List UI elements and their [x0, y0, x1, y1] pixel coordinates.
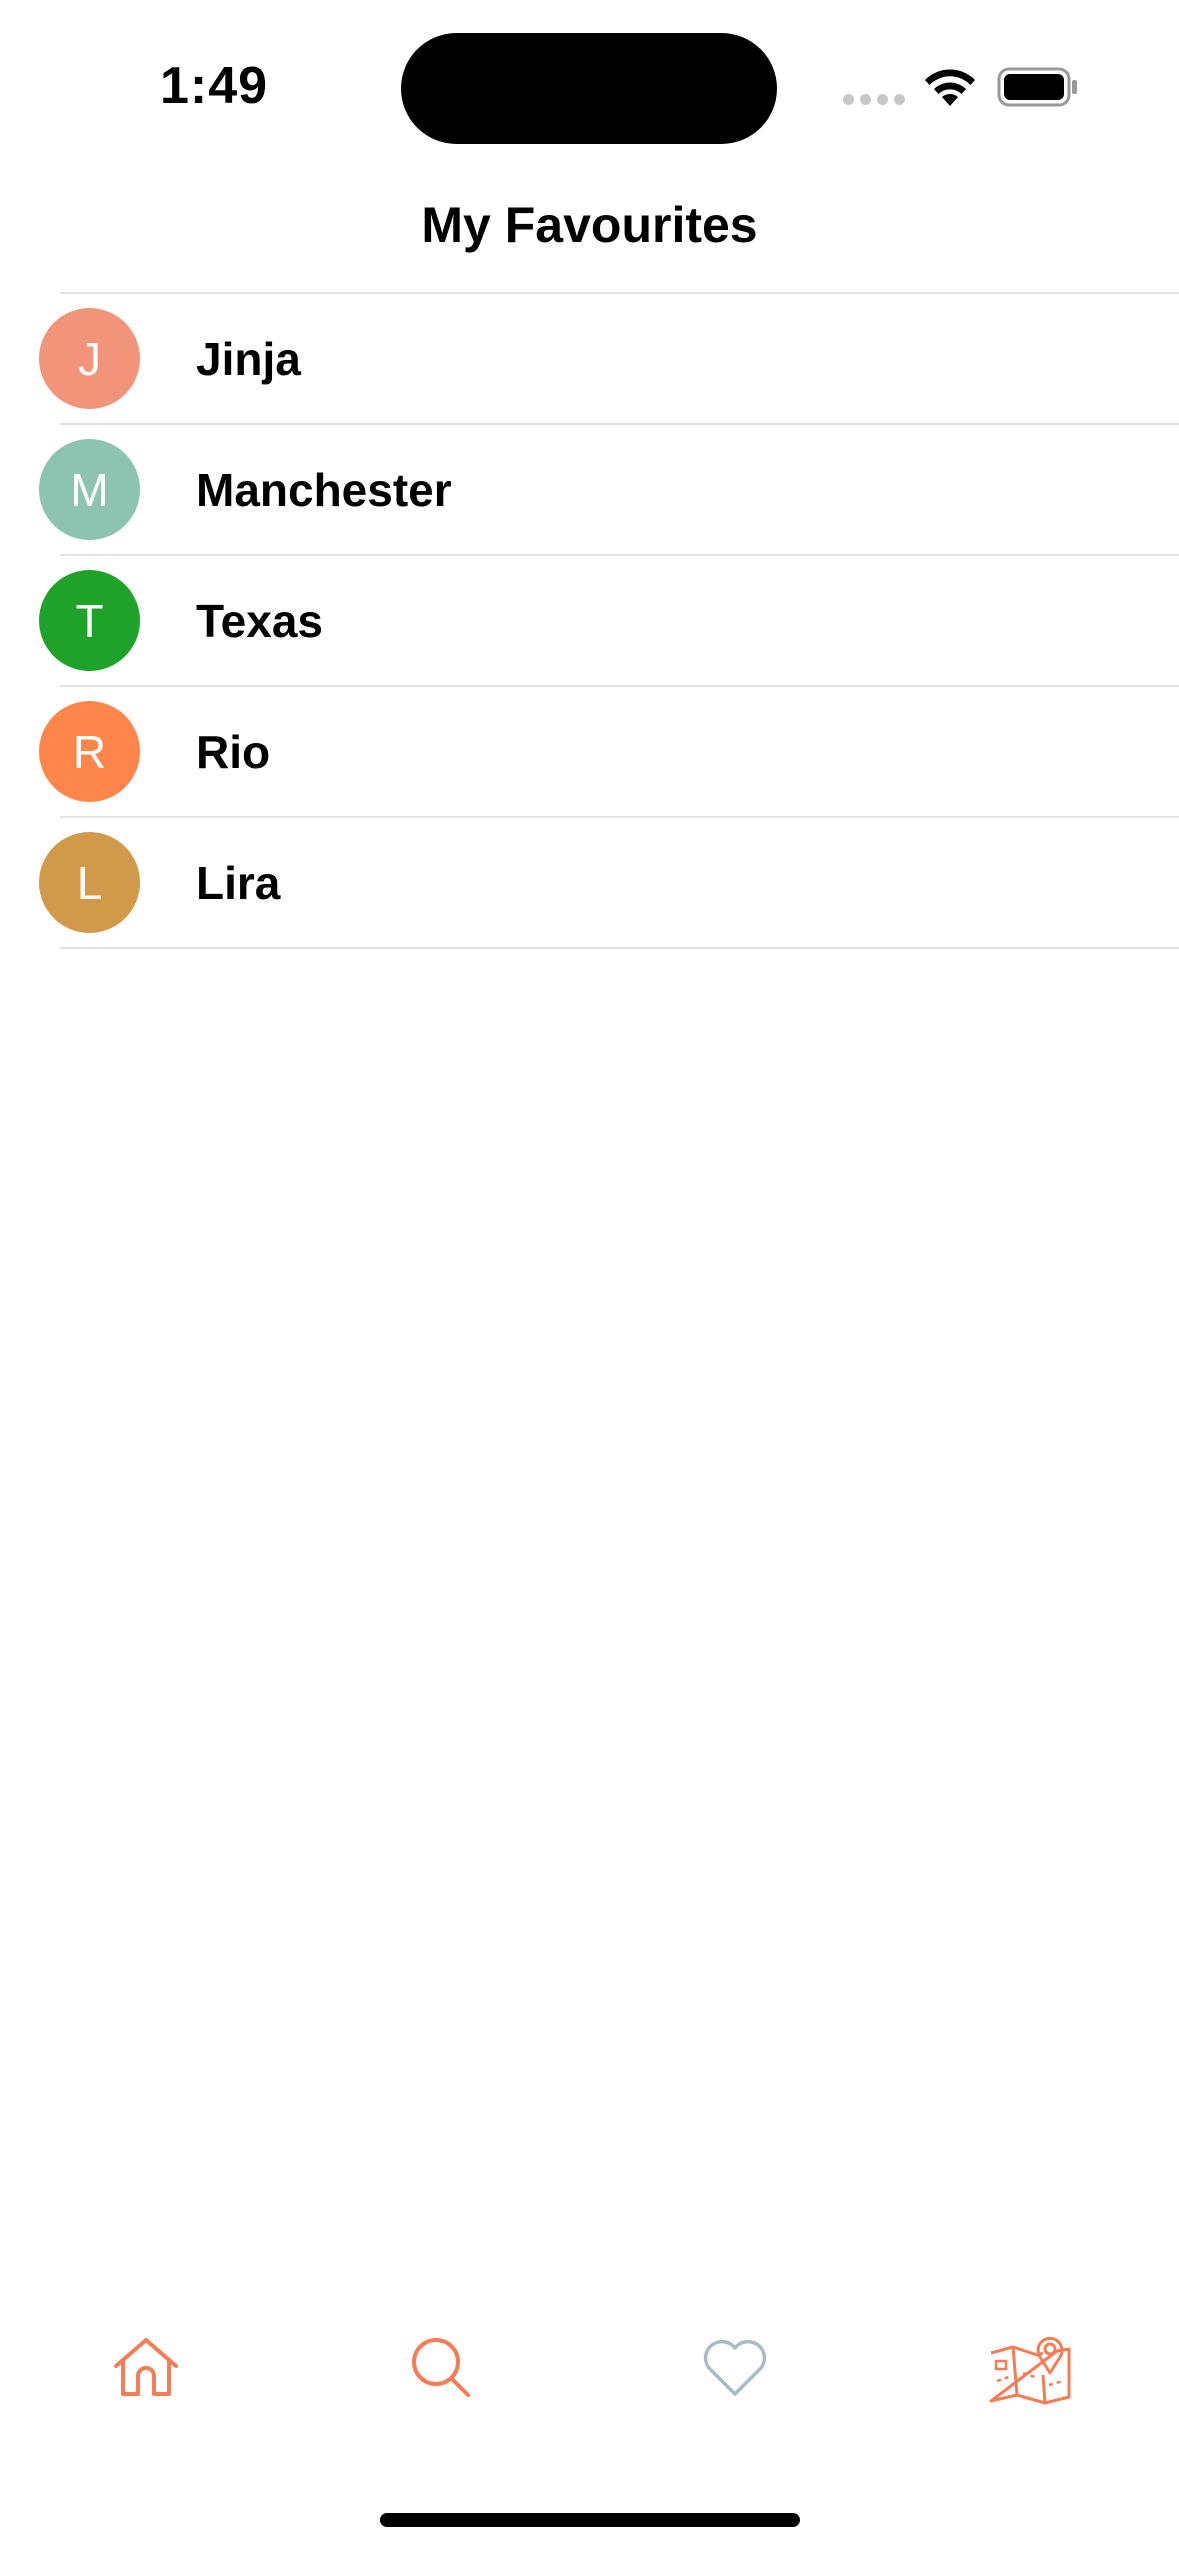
favourite-name: Manchester [196, 464, 452, 516]
dynamic-island [401, 33, 777, 144]
avatar-initial: L [76, 856, 103, 909]
favourite-name: Jinja [196, 333, 301, 385]
status-bar: 1:49 [0, 0, 1179, 170]
favourite-name: Rio [196, 726, 271, 778]
favourite-name: Texas [196, 595, 324, 647]
tab-search[interactable] [396, 2322, 486, 2412]
avatar: L [39, 832, 140, 933]
status-time: 1:49 [160, 57, 269, 115]
avatar: T [39, 570, 140, 671]
tab-map[interactable] [985, 2322, 1075, 2412]
list-item[interactable]: T Texas [39, 556, 1179, 687]
avatar-initial: T [75, 594, 104, 647]
cellular-signal-icon [843, 94, 905, 105]
avatar: R [39, 701, 140, 802]
wifi-icon [925, 69, 975, 106]
map-pin-icon [989, 2336, 1071, 2405]
battery-icon [997, 67, 1077, 107]
avatar: M [39, 439, 140, 540]
home-indicator [380, 2513, 800, 2527]
heart-icon [703, 2339, 767, 2396]
avatar-initial: M [70, 463, 109, 516]
home-icon [114, 2338, 178, 2396]
avatar: J [39, 308, 140, 409]
avatar-initial: J [78, 332, 101, 385]
search-icon [412, 2338, 470, 2397]
favourite-name: Lira [196, 857, 281, 909]
list-item[interactable]: M Manchester [39, 425, 1179, 556]
list-item[interactable]: L Lira [39, 818, 1179, 949]
avatar-initial: R [72, 725, 107, 778]
favourites-list: J Jinja M Manchester T Texas R Rio L Lir… [0, 294, 1179, 949]
tab-bar [0, 2300, 1179, 2430]
page-title: My Favourites [421, 197, 758, 253]
tab-favourites[interactable] [690, 2322, 780, 2412]
list-item[interactable]: J Jinja [39, 294, 1179, 425]
tab-home[interactable] [101, 2322, 191, 2412]
list-item[interactable]: R Rio [39, 687, 1179, 818]
